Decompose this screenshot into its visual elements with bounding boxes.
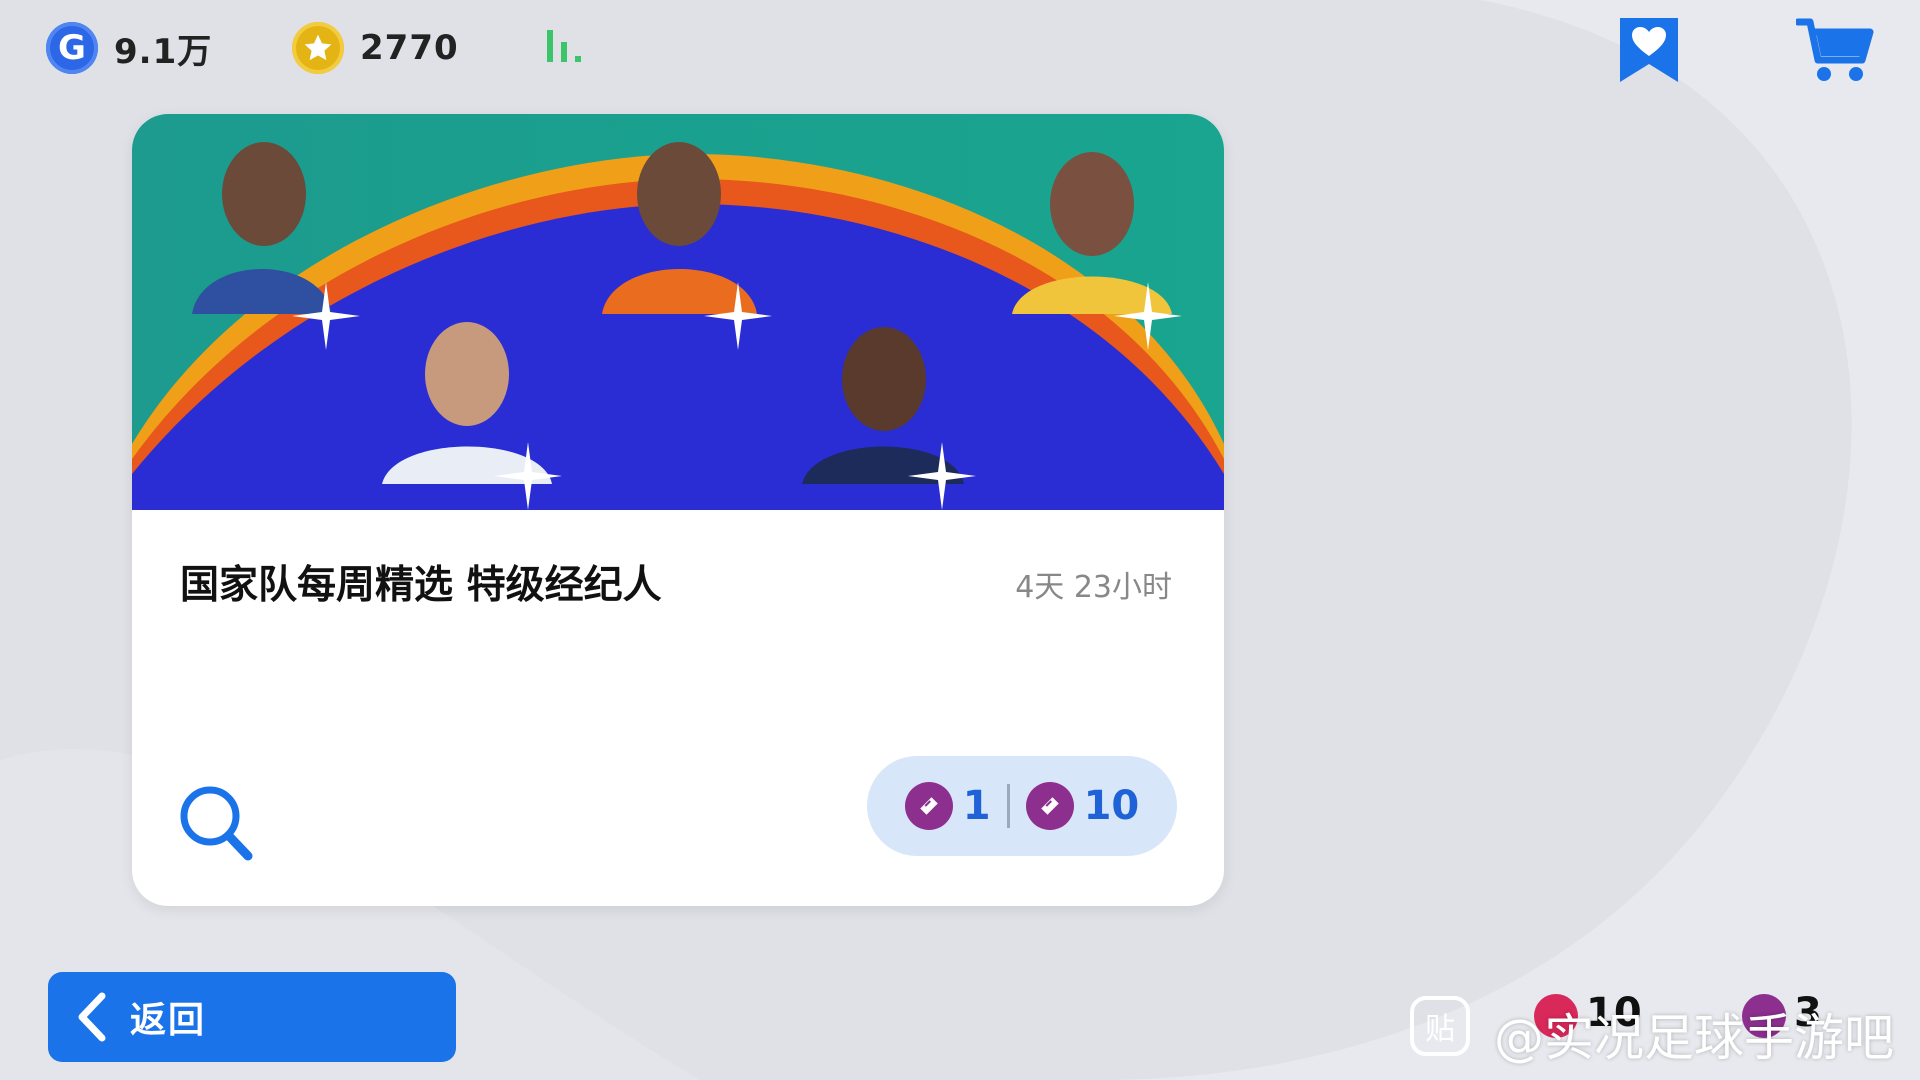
ticket-inventory: 10 3 贴 @实况足球手游吧 <box>1410 986 1894 1067</box>
scout-pack-card[interactable]: 国家队每周精选 特级经纪人 4天 23小时 1 10 <box>132 114 1224 906</box>
purchase-options-button[interactable]: 1 10 <box>867 756 1177 856</box>
chevron-left-icon <box>78 992 106 1042</box>
price-divider <box>1006 784 1010 828</box>
pack-banner-image <box>132 114 1224 510</box>
favorites-bookmark-icon[interactable] <box>1618 16 1680 84</box>
coin-balance: 2770 <box>292 22 459 74</box>
connection-signal-icon <box>547 30 581 62</box>
gp-icon: G <box>46 22 98 74</box>
ticket-icon <box>904 782 953 830</box>
cart-icon[interactable] <box>1796 16 1874 84</box>
gp-amount: 9.1万 <box>114 31 213 72</box>
watermark-logo-icon: 贴 <box>1410 996 1470 1056</box>
search-icon[interactable] <box>176 782 256 864</box>
back-button[interactable]: 返回 <box>48 972 456 1062</box>
pack-time-remaining: 4天 23小时 <box>1015 570 1172 605</box>
back-button-label: 返回 <box>130 1000 207 1041</box>
price-single-draw: 1 <box>962 783 991 829</box>
gp-balance: G 9.1万 <box>46 22 212 74</box>
watermark-text: @实况足球手游吧 <box>1494 1009 1894 1067</box>
price-multi-draw: 10 <box>1083 783 1140 829</box>
ticket-icon <box>1025 782 1074 830</box>
coin-amount: 2770 <box>360 28 459 68</box>
coin-icon <box>292 22 344 74</box>
pack-title: 国家队每周精选 特级经纪人 <box>180 563 662 608</box>
